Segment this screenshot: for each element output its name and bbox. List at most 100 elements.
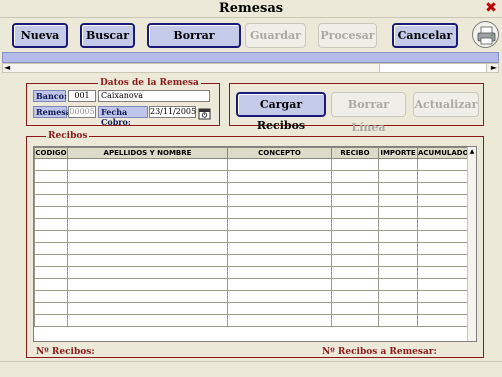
table-cell[interactable] [331,254,379,267]
remesa-field[interactable]: 00005 [68,106,96,118]
table-cell[interactable] [227,206,332,219]
table-row[interactable] [34,230,469,243]
table-row[interactable] [34,194,469,207]
table-cell[interactable] [331,242,379,255]
table-cell[interactable] [67,290,228,303]
table-cell[interactable] [331,278,379,291]
table-cell[interactable] [417,254,469,267]
table-cell[interactable] [378,266,418,279]
table-cell[interactable] [67,266,228,279]
borrar-linea-button[interactable]: Borrar Línea [331,92,406,134]
table-cell[interactable] [417,218,469,231]
table-cell[interactable] [417,230,469,243]
table-cell[interactable] [34,266,68,279]
table-cell[interactable] [417,278,469,291]
table-cell[interactable] [378,302,418,315]
scroll-thumb[interactable] [379,64,487,72]
table-cell[interactable] [34,302,68,315]
table-cell[interactable] [227,302,332,315]
table-cell[interactable] [67,182,228,195]
table-cell[interactable] [34,158,68,171]
column-header-importe[interactable]: IMPORTE [378,147,418,159]
table-row[interactable] [34,266,469,279]
vertical-scrollbar[interactable]: ▲ [467,147,476,341]
table-cell[interactable] [34,290,68,303]
table-cell[interactable] [227,170,332,183]
table-cell[interactable] [34,278,68,291]
table-cell[interactable] [227,194,332,207]
table-cell[interactable] [331,182,379,195]
column-header-codigo[interactable]: CODIGO [34,147,68,159]
table-cell[interactable] [417,290,469,303]
calendar-icon[interactable] [198,105,211,120]
table-cell[interactable] [331,218,379,231]
table-cell[interactable] [34,194,68,207]
table-cell[interactable] [67,230,228,243]
table-cell[interactable] [331,194,379,207]
table-cell[interactable] [417,302,469,315]
table-cell[interactable] [331,302,379,315]
nueva-button[interactable]: Nueva [12,23,68,48]
table-cell[interactable] [378,170,418,183]
table-cell[interactable] [417,194,469,207]
table-cell[interactable] [67,158,228,171]
table-cell[interactable] [34,230,68,243]
table-cell[interactable] [34,254,68,267]
table-cell[interactable] [417,314,469,327]
table-cell[interactable] [378,314,418,327]
horizontal-scrollbar[interactable]: ◄ ► [2,63,499,73]
table-cell[interactable] [417,266,469,279]
table-cell[interactable] [378,290,418,303]
table-row[interactable] [34,158,469,171]
guardar-button[interactable]: Guardar [245,23,306,48]
table-cell[interactable] [67,206,228,219]
table-row[interactable] [34,314,469,327]
scroll-right-icon[interactable]: ► [491,63,497,72]
table-cell[interactable] [378,278,418,291]
column-header-acumulado[interactable]: ACUMULADO [417,147,469,159]
table-row[interactable] [34,278,469,291]
scroll-left-icon[interactable]: ◄ [4,63,10,72]
table-cell[interactable] [34,314,68,327]
table-cell[interactable] [331,314,379,327]
table-cell[interactable] [417,170,469,183]
scroll-up-icon[interactable]: ▲ [468,147,476,156]
table-cell[interactable] [227,314,332,327]
table-cell[interactable] [67,218,228,231]
column-header-apellidos[interactable]: APELLIDOS Y NOMBRE [67,147,228,159]
table-cell[interactable] [417,182,469,195]
table-row[interactable] [34,302,469,315]
table-cell[interactable] [34,206,68,219]
table-cell[interactable] [227,278,332,291]
table-row[interactable] [34,170,469,183]
table-cell[interactable] [34,170,68,183]
recibos-grid[interactable]: CODIGO APELLIDOS Y NOMBRE CONCEPTO RECIB… [33,146,477,342]
table-cell[interactable] [417,242,469,255]
actualizar-button[interactable]: Actualizar [413,92,479,117]
table-row[interactable] [34,290,469,303]
printer-icon[interactable] [472,21,499,48]
column-header-recibo[interactable]: RECIBO [331,147,379,159]
fecha-cobro-field[interactable]: 23/11/2005 [149,106,196,118]
table-cell[interactable] [67,254,228,267]
table-cell[interactable] [67,278,228,291]
table-cell[interactable] [227,182,332,195]
table-cell[interactable] [378,194,418,207]
table-cell[interactable] [67,302,228,315]
table-cell[interactable] [227,158,332,171]
table-cell[interactable] [331,158,379,171]
table-cell[interactable] [417,206,469,219]
table-cell[interactable] [378,242,418,255]
table-cell[interactable] [67,170,228,183]
table-cell[interactable] [227,230,332,243]
table-row[interactable] [34,206,469,219]
table-cell[interactable] [227,290,332,303]
table-row[interactable] [34,254,469,267]
table-cell[interactable] [331,206,379,219]
table-cell[interactable] [67,242,228,255]
table-cell[interactable] [331,230,379,243]
column-header-concepto[interactable]: CONCEPTO [227,147,332,159]
table-row[interactable] [34,218,469,231]
buscar-button[interactable]: Buscar [80,23,135,48]
table-cell[interactable] [378,182,418,195]
